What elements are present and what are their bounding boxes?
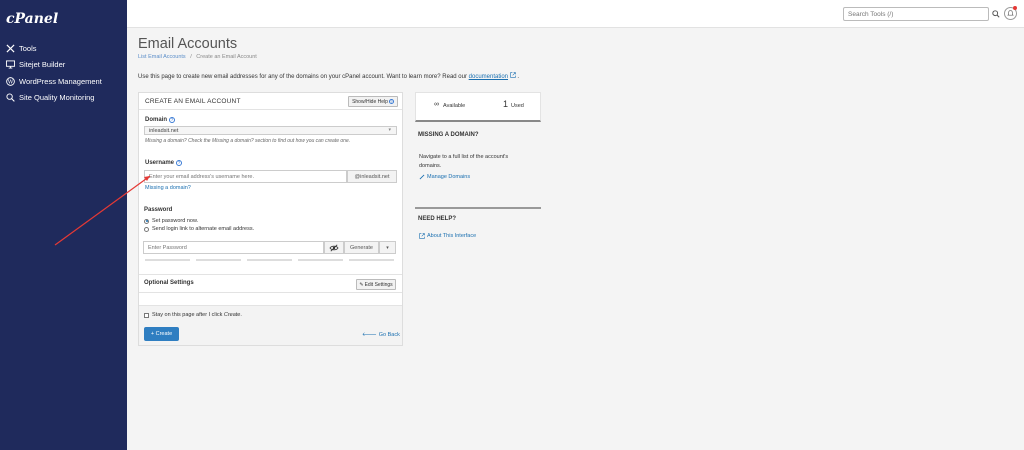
top-bar [127, 0, 1024, 28]
intro-text-end: . [517, 74, 520, 80]
sidebar-nav: Tools Sitejet Builder W WordPress Manage… [0, 40, 127, 106]
sidebar: cPanel Tools Sitejet Builder W WordPress… [0, 0, 127, 450]
username-help-icon[interactable]: ? [176, 160, 183, 166]
password-strength-segment [349, 259, 394, 261]
documentation-link[interactable]: documentation [469, 74, 508, 80]
page-title: Email Accounts [138, 36, 238, 52]
stay-on-page-end: . [240, 312, 242, 318]
available-label: Available [443, 103, 466, 109]
generate-password-button[interactable]: Generate [344, 241, 379, 254]
search-icon[interactable] [992, 10, 1000, 18]
domain-select[interactable]: inleadsit.net ▾ [144, 126, 397, 135]
breadcrumb-list-email-accounts[interactable]: List Email Accounts [138, 54, 186, 60]
radio-button-selected[interactable] [144, 218, 149, 224]
username-domain-suffix: @inleadsit.net [347, 170, 397, 183]
intro-text: Use this page to create new email addres… [138, 72, 519, 80]
stay-on-page-label: Stay on this page after I click Create. [152, 312, 242, 318]
domain-hint: Missing a domain? Check the Missing a do… [145, 138, 351, 144]
stay-on-page-checkbox[interactable] [144, 313, 149, 318]
breadcrumb-current: Create an Email Account [196, 54, 257, 60]
svg-text:W: W [8, 79, 14, 85]
missing-domain-heading: MISSING A DOMAIN? [418, 132, 479, 138]
about-interface-link[interactable]: About This Interface [419, 233, 476, 239]
chevron-down-icon: ▾ [388, 127, 391, 133]
sidebar-item-label: WordPress Management [19, 76, 102, 86]
domain-selected-value: inleadsit.net [149, 127, 179, 134]
username-input[interactable] [144, 170, 347, 183]
cpanel-logo[interactable]: cPanel [6, 11, 58, 27]
card-title: CREATE AN EMAIL ACCOUNT [145, 98, 241, 105]
card-header: CREATE AN EMAIL ACCOUNT Show/Hide Help ? [139, 93, 402, 110]
password-strength-segment [196, 259, 241, 261]
section-divider [139, 274, 402, 275]
need-help-heading: NEED HELP? [418, 216, 457, 222]
sidebar-item-tools[interactable]: Tools [0, 40, 127, 57]
create-button[interactable]: + Create [144, 327, 179, 341]
sidebar-item-label: Tools [19, 43, 37, 53]
sidebar-item-label: Site Quality Monitoring [19, 93, 95, 103]
about-interface-label: About This Interface [427, 233, 477, 239]
go-back-label: Go Back [378, 332, 400, 338]
domain-label: Domain? [145, 117, 176, 123]
sidebar-item-label: Sitejet Builder [19, 60, 66, 70]
stay-on-page-text: Stay on this page after I click [152, 312, 224, 318]
password-strength-segment [145, 259, 190, 261]
search-tools-input[interactable] [843, 7, 989, 21]
external-link-icon [509, 72, 516, 78]
generate-options-dropdown[interactable]: ▾ [379, 241, 396, 254]
radio-set-password[interactable]: Set password now. [144, 218, 198, 224]
show-hide-help-button[interactable]: Show/Hide Help ? [348, 96, 398, 107]
stay-on-page-emphasis: Create [223, 312, 241, 318]
username-label: Username? [145, 160, 183, 166]
pencil-icon: ✎ [359, 281, 364, 288]
password-strength-segment [247, 259, 292, 261]
notification-dot [1013, 6, 1017, 10]
missing-domain-text: Navigate to a full list of the account's… [419, 154, 509, 169]
missing-domain-link[interactable]: Missing a domain? [145, 185, 191, 191]
password-strength-segment [298, 259, 343, 261]
caret-down-icon: ▾ [386, 244, 389, 251]
show-hide-help-label: Show/Hide Help [352, 98, 388, 105]
wordpress-icon: W [6, 76, 15, 86]
section-divider [139, 292, 402, 293]
breadcrumb-separator: / [190, 54, 192, 60]
external-link-icon [419, 233, 425, 239]
optional-settings-label: Optional Settings [144, 280, 194, 286]
sidebar-item-site-quality-monitoring[interactable]: Site Quality Monitoring [0, 90, 127, 107]
wrench-icon [419, 174, 425, 180]
radio-send-login-link-label: Send login link to alternate email addre… [152, 226, 255, 232]
edit-settings-label: Edit Settings [364, 281, 393, 288]
toggle-password-visibility-button[interactable] [324, 241, 344, 254]
infinity-icon: ∞ [434, 101, 439, 108]
intro-text-body: Use this page to create new email addres… [138, 74, 467, 80]
eye-slash-icon [329, 244, 339, 251]
domain-label-text: Domain [145, 117, 168, 123]
username-label-text: Username [145, 160, 175, 166]
manage-domains-link[interactable]: Manage Domains [419, 174, 470, 180]
edit-settings-button[interactable]: ✎ Edit Settings [356, 279, 396, 290]
side-divider [415, 207, 541, 209]
magnifier-icon [6, 93, 15, 103]
used-count: 1 [503, 99, 509, 109]
go-back-link[interactable]: 🡐 Go Back [362, 332, 400, 338]
email-stats-panel: ∞ Available 1 Used [415, 92, 541, 122]
sidebar-item-wordpress-management[interactable]: W WordPress Management [0, 73, 127, 90]
radio-send-login-link[interactable]: Send login link to alternate email addre… [144, 226, 254, 232]
used-label: Used [511, 103, 524, 109]
help-icon: ? [388, 99, 394, 104]
monitor-icon [6, 60, 15, 69]
tools-icon [6, 44, 15, 53]
breadcrumb: List Email Accounts / Create an Email Ac… [138, 54, 257, 60]
sidebar-item-sitejet-builder[interactable]: Sitejet Builder [0, 57, 127, 74]
password-label: Password [144, 207, 173, 213]
manage-domains-label: Manage Domains [427, 174, 471, 180]
radio-set-password-label: Set password now. [152, 218, 199, 224]
password-input[interactable] [143, 241, 324, 254]
radio-button[interactable] [144, 226, 149, 232]
domain-help-icon[interactable]: ? [169, 117, 176, 123]
arrow-left-icon: 🡐 [362, 332, 377, 338]
